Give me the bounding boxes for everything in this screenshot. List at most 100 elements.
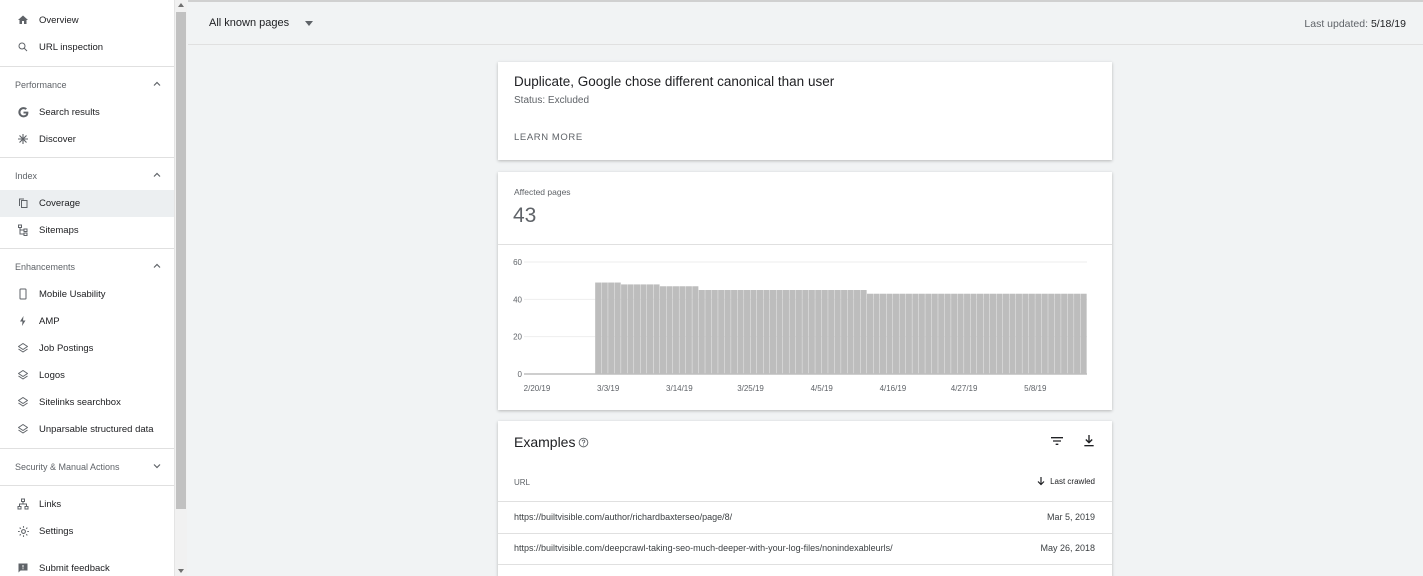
sidebar-item-label: Unparsable structured data <box>39 424 154 435</box>
asterisk-icon <box>16 132 30 146</box>
sitemap-icon <box>16 223 30 237</box>
column-header-last-crawled[interactable]: Last crawled <box>1037 477 1095 486</box>
chart-bar <box>685 286 692 374</box>
chart-bar <box>621 284 628 374</box>
chart-bar <box>1067 293 1074 374</box>
x-tick-label: 4/16/19 <box>880 384 907 393</box>
learn-more-link[interactable]: LEARN MORE <box>514 132 583 143</box>
x-tick-label: 3/25/19 <box>737 384 764 393</box>
chart-bar <box>892 293 899 374</box>
sidebar-item-url-inspection[interactable]: URL inspection <box>0 34 174 61</box>
home-icon <box>16 13 30 27</box>
chart-bar <box>744 290 751 374</box>
lightning-icon <box>16 314 30 328</box>
sidebar: Overview URL inspection Performance Sear… <box>0 0 174 576</box>
divider <box>0 485 174 486</box>
chart-bar <box>711 290 718 374</box>
pages-filter-dropdown[interactable]: All known pages <box>209 17 314 29</box>
sidebar-item-coverage[interactable]: Coverage <box>0 190 174 217</box>
chart-bar <box>879 293 887 374</box>
chart-bar <box>951 293 958 374</box>
sidebar-item-sitemaps[interactable]: Sitemaps <box>0 217 174 244</box>
sidebar-item-label: Search results <box>39 107 100 118</box>
chart-bar <box>860 290 867 374</box>
sidebar-item-mobile-usability[interactable]: Mobile Usability <box>0 281 174 308</box>
sidebar-item-label: Submit feedback <box>39 563 110 574</box>
divider <box>498 244 1112 245</box>
chart-bar <box>595 282 602 374</box>
section-index[interactable]: Index <box>0 167 174 187</box>
chart-bar <box>666 286 673 374</box>
sidebar-item-settings[interactable]: Settings <box>0 518 174 545</box>
divider <box>498 564 1112 565</box>
chart-bar <box>905 293 912 374</box>
section-title: Index <box>15 171 38 181</box>
chart-bar <box>769 290 777 374</box>
chevron-up-icon <box>153 172 161 177</box>
sidebar-item-logos[interactable]: Logos <box>0 362 174 389</box>
chart-bar <box>634 284 641 374</box>
search-icon <box>16 40 30 54</box>
download-icon[interactable] <box>1081 433 1097 449</box>
y-tick-label: 40 <box>513 295 522 304</box>
chart-bar <box>808 290 815 374</box>
chart-bar <box>912 293 919 374</box>
chart-bar <box>1074 293 1081 374</box>
pages-filter-label: All known pages <box>209 17 290 29</box>
chart-bar <box>1009 293 1016 374</box>
chart-bar <box>1028 293 1035 374</box>
chevron-up-icon <box>153 263 161 268</box>
sidebar-item-submit-feedback[interactable]: Submit feedback <box>0 555 174 576</box>
section-performance[interactable]: Performance <box>0 76 174 96</box>
filter-icon[interactable] <box>1049 433 1065 449</box>
last-updated: Last updated: 5/18/19 <box>1304 18 1406 30</box>
affected-pages-card: Affected pages 43 0 20 40 60 2/20/19 3/3/19 3/… <box>498 172 1112 410</box>
examples-title: Examples <box>514 434 576 450</box>
y-tick-label: 0 <box>518 370 523 379</box>
chart-bar <box>957 293 964 374</box>
sidebar-item-unparsable-structured-data[interactable]: Unparsable structured data <box>0 416 174 443</box>
chart-bar <box>815 290 822 374</box>
scroll-up-arrow[interactable] <box>178 3 184 7</box>
sidebar-scrollbar[interactable] <box>174 0 187 576</box>
sidebar-item-search-results[interactable]: Search results <box>0 99 174 126</box>
chart-bar <box>750 290 757 374</box>
chart-bar <box>737 290 744 374</box>
help-icon[interactable] <box>578 437 589 448</box>
scroll-down-arrow[interactable] <box>178 569 184 573</box>
layers-icon <box>16 422 30 436</box>
chart-bar <box>1054 293 1061 374</box>
issue-card: Duplicate, Google chose different canoni… <box>498 62 1112 160</box>
sidebar-item-links[interactable]: Links <box>0 491 174 518</box>
divider <box>0 66 174 67</box>
chart-bar <box>627 284 634 374</box>
sidebar-item-overview[interactable]: Overview <box>0 7 174 34</box>
layers-icon <box>16 368 30 382</box>
scrollbar-thumb[interactable] <box>176 12 186 509</box>
chart-bar <box>886 293 893 374</box>
sidebar-item-job-postings[interactable]: Job Postings <box>0 335 174 362</box>
arrow-down-icon <box>1037 477 1045 486</box>
sidebar-item-sitelinks-searchbox[interactable]: Sitelinks searchbox <box>0 389 174 416</box>
chart-bar <box>918 293 925 374</box>
table-row[interactable]: https://builtvisible.com/author/richardb… <box>498 502 1112 533</box>
section-enhancements[interactable]: Enhancements <box>0 258 174 278</box>
chart-bar <box>679 286 686 374</box>
sidebar-item-label: Settings <box>39 526 74 537</box>
x-tick-label: 5/8/19 <box>1024 384 1047 393</box>
chart-bar <box>705 290 712 374</box>
sidebar-item-label: Overview <box>39 15 79 26</box>
x-tick-label: 4/27/19 <box>951 384 978 393</box>
sidebar-item-label: Mobile Usability <box>39 289 106 300</box>
section-security[interactable]: Security & Manual Actions <box>0 458 174 478</box>
sidebar-item-discover[interactable]: Discover <box>0 126 174 153</box>
sidebar-item-label: Logos <box>39 370 65 381</box>
row-url: https://builtvisible.com/author/richardb… <box>514 512 733 522</box>
y-tick-label: 60 <box>513 258 522 267</box>
table-row[interactable]: https://builtvisible.com/deepcrawl-takin… <box>498 533 1112 564</box>
column-header-url[interactable]: URL <box>514 478 530 487</box>
sidebar-item-amp[interactable]: AMP <box>0 308 174 335</box>
chart-bar <box>672 286 679 374</box>
x-tick-label: 3/3/19 <box>597 384 620 393</box>
issue-title: Duplicate, Google chose different canoni… <box>514 74 835 89</box>
